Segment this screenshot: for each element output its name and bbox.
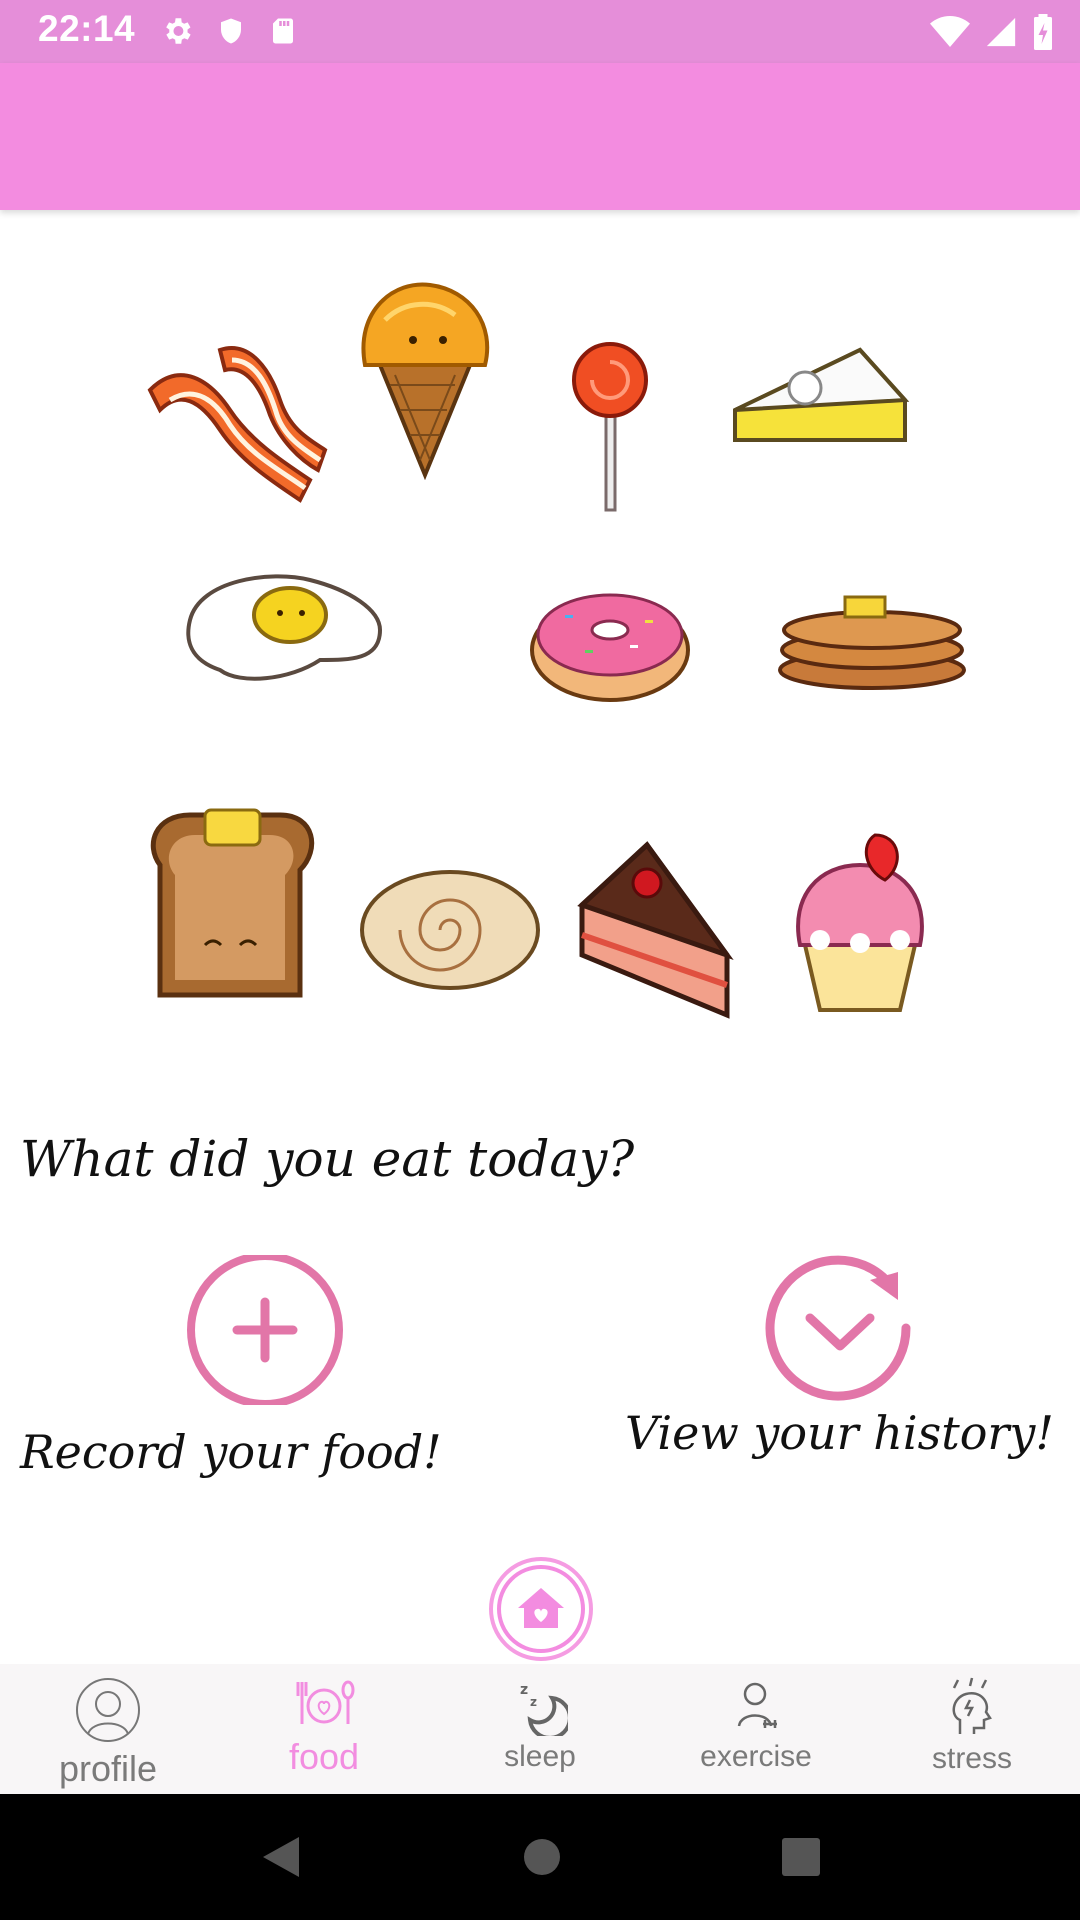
shield-icon [216,14,246,52]
toast-illustration [150,808,315,998]
system-navigation-bar [0,1794,1080,1920]
home-circle-icon[interactable] [522,1837,562,1877]
food-illustrations [0,210,1080,1040]
nav-label-food: food [288,1736,360,1777]
nav-label-sleep: sleep [504,1740,576,1773]
donut-illustration [530,593,690,702]
view-history-label[interactable]: View your history! [625,1406,1054,1460]
back-icon[interactable] [259,1833,303,1881]
svg-text:z: z [520,1682,528,1698]
bottom-navigation: profile food z z sleep exercise stress [0,1664,1080,1794]
cupcake-illustration [796,833,924,1012]
nav-item-sleep[interactable]: z z sleep [432,1664,648,1794]
fried-egg-illustration [186,574,383,681]
chocolate-cake-illustration [577,841,734,1019]
svg-text:z: z [530,1695,537,1709]
battery-icon [1032,14,1054,54]
wifi-icon [930,15,970,53]
record-food-action[interactable]: Record your food! [20,1255,510,1479]
pancakes-illustration [778,595,966,690]
food-icon [296,1680,355,1724]
nav-label-profile: profile [58,1748,158,1789]
record-food-label[interactable]: Record your food! [20,1425,442,1479]
nav-label-exercise: exercise [700,1740,812,1773]
gear-icon [160,14,194,52]
status-time: 22:14 [38,8,136,49]
add-circle-icon[interactable] [183,1255,347,1405]
view-history-action[interactable]: View your history! [620,1250,1060,1460]
pie-slice-illustration [733,347,910,442]
nav-label-stress: stress [931,1742,1012,1775]
nav-item-exercise[interactable]: exercise [648,1664,864,1794]
food-question-heading: What did you eat today? [20,1130,635,1188]
exercise-icon [737,1682,777,1728]
app-bar [0,63,1080,210]
nav-item-stress[interactable]: stress [864,1664,1080,1794]
sleep-icon: z z [520,1682,568,1736]
nav-item-profile[interactable]: profile [0,1664,216,1794]
sd-card-icon [268,14,298,52]
cinnamon-roll-illustration [360,870,540,990]
history-icon[interactable] [758,1250,922,1406]
lollipop-illustration [572,342,648,512]
home-button[interactable] [488,1556,594,1662]
status-bar: 22:14 [0,0,1080,63]
signal-icon [984,15,1018,53]
bacon-illustration [147,346,328,503]
recents-icon[interactable] [781,1837,821,1877]
stress-icon [952,1677,992,1734]
nav-item-food[interactable]: food [216,1664,432,1794]
ice-cream-illustration [361,282,490,480]
profile-icon [76,1678,140,1742]
